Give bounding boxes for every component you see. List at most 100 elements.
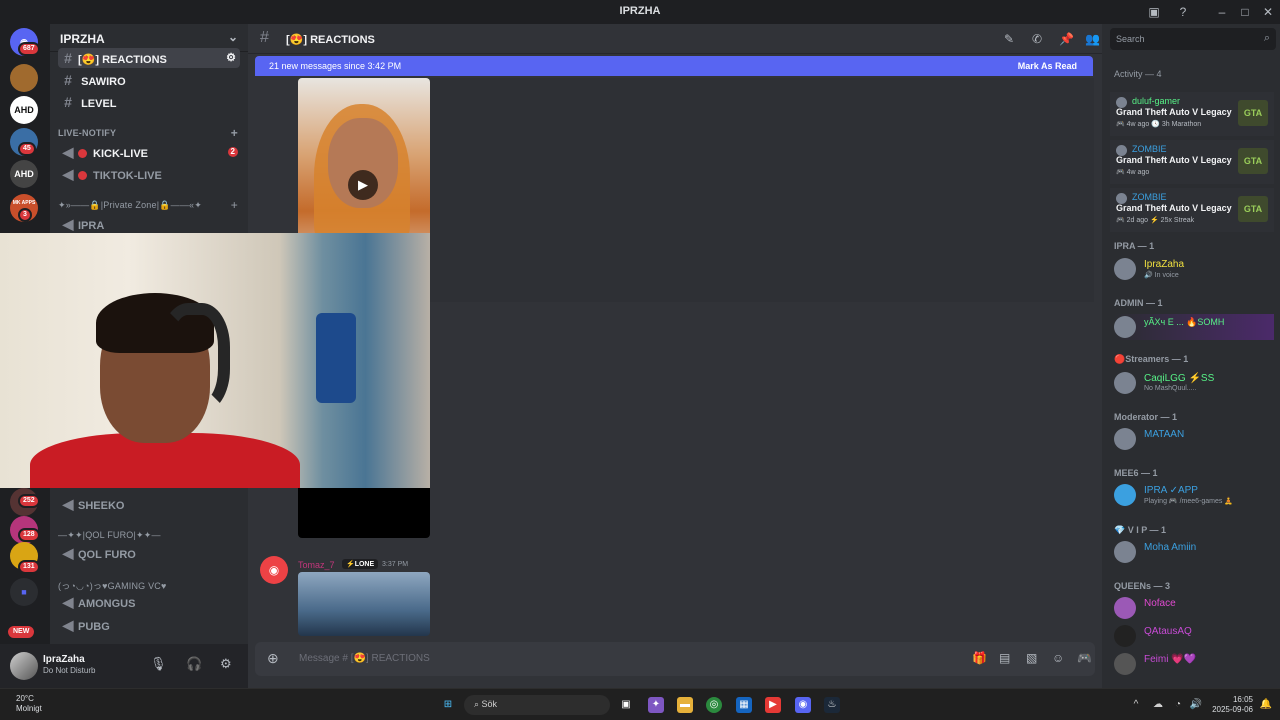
sticker-icon[interactable]: ▧ (1026, 651, 1037, 665)
image-attachment[interactable] (298, 572, 430, 636)
channel-pubg[interactable]: ◀ PUBG (58, 615, 240, 635)
channel-amongus[interactable]: ◀ AMONGUS (58, 592, 240, 612)
game-icon: GTA (1238, 196, 1268, 222)
close-button[interactable]: ✕ (1260, 4, 1276, 20)
activity-card[interactable]: duluf-gamer Grand Theft Auto V Legacy 🎮 … (1110, 92, 1274, 136)
help-icon[interactable]: ? (1175, 4, 1191, 20)
avatar[interactable] (10, 652, 38, 680)
server-icon[interactable]: AHD (10, 96, 38, 124)
message-composer[interactable]: ⊕ Message # [😍] REACTIONS 🎁 ▤ ▧ ☺ 🎮 (255, 642, 1095, 676)
member-name: Noface (1144, 598, 1176, 609)
member-item[interactable]: MATAAN (1114, 426, 1274, 452)
search-input[interactable]: Search ⌕ (1110, 28, 1276, 50)
server-icon[interactable]: AHD (10, 160, 38, 188)
activity-header[interactable]: Activity — 4 (1114, 69, 1162, 79)
message-author[interactable]: Tomaz_7 (298, 560, 335, 570)
mark-as-read-button[interactable]: Mark As Read (1018, 56, 1077, 76)
gift-icon[interactable]: 🎁 (972, 651, 987, 665)
member-list-icon[interactable]: 👥 (1085, 32, 1100, 46)
avatar (1114, 316, 1136, 338)
category-label: LIVE-NOTIFY (58, 128, 117, 138)
activity-user: ZOMBIE (1132, 144, 1167, 154)
task-view-icon[interactable]: ▣ (618, 697, 634, 713)
play-icon[interactable]: ▶ (348, 170, 378, 200)
emoji-icon[interactable]: ☺ (1052, 651, 1064, 665)
add-channel-icon[interactable]: + (231, 198, 238, 212)
weather-desc: Molnigt (16, 704, 42, 713)
discord-icon[interactable]: ◉ (795, 697, 811, 713)
member-item[interactable]: QAtausAQ (1114, 623, 1274, 649)
volume-icon[interactable]: 🔊 (1188, 697, 1204, 713)
server-badge: 128 (18, 528, 40, 542)
taskbar-search[interactable]: ⌕ Sök (464, 695, 610, 715)
new-messages-bar[interactable]: 21 new messages since 3:42 PM Mark As Re… (255, 56, 1093, 76)
activity-card[interactable]: ZOMBIE Grand Theft Auto V Legacy 🎮 2d ag… (1110, 188, 1274, 232)
mute-icon[interactable]: ✆ (1032, 32, 1042, 46)
maximize-button[interactable]: □ (1237, 4, 1253, 20)
activities-icon[interactable]: 🎮 (1077, 651, 1092, 665)
channel-level[interactable]: # LEVEL (58, 92, 240, 112)
channel-kick-live[interactable]: ◀ KICK-LIVE 2 (58, 142, 240, 162)
gif-icon[interactable]: ▤ (999, 651, 1010, 665)
store-icon[interactable]: ▦ (736, 697, 752, 713)
channel-sheeko[interactable]: ◀ SHEEKO (58, 494, 240, 514)
search-icon: ⌕ (474, 699, 482, 709)
inbox-icon[interactable]: ▣ (1146, 4, 1162, 20)
category-private-zone[interactable]: ✦»——🔒|Private Zone|🔒——«✦ + (58, 198, 240, 212)
server-icon[interactable] (10, 64, 38, 92)
search-icon: ⌕ (1263, 32, 1270, 44)
member-status: No MashQuul..... (1144, 385, 1197, 392)
microphone-icon[interactable]: 🎙 (150, 656, 167, 672)
settings-icon[interactable]: ⚙ (220, 656, 232, 672)
category-gaming-vc[interactable]: (っ◔◡◔)っ♥GAMING VC♥ (58, 579, 240, 592)
category-qol-furo[interactable]: —✦✦|QOL FURO|✦✦— (58, 530, 240, 541)
member-item[interactable]: IPRA ✓APP Playing 🎮 /mee6-games 🧘 (1114, 482, 1274, 508)
folder-icon[interactable]: ■ (10, 578, 38, 606)
channel-qol-furo[interactable]: ◀ QOL FURO (58, 543, 240, 563)
member-item[interactable]: yÃXч E ... 🔥SOMH (1114, 314, 1274, 340)
steam-icon[interactable]: ♨ (824, 697, 840, 713)
settings-icon[interactable]: ⚙ (226, 48, 236, 68)
channel-ipra[interactable]: ◀ IPRA (58, 214, 240, 234)
chrome-icon[interactable]: ◎ (706, 697, 722, 713)
windows-start-icon[interactable]: ⊞ (440, 697, 456, 713)
member-item[interactable]: CaqiLGG ⚡SS No MashQuul..... (1114, 370, 1274, 396)
system-clock[interactable]: 16:05 2025-09-06 (1207, 695, 1253, 715)
chevron-up-icon[interactable]: ^ (1128, 697, 1144, 713)
category-live-notify[interactable]: LIVE-NOTIFY + (58, 126, 240, 140)
channel-label: KICK-LIVE (93, 148, 148, 160)
threads-icon[interactable]: ✎ (1004, 32, 1014, 46)
avatar (1114, 653, 1136, 675)
member-item[interactable]: Moha Amiin (1114, 539, 1274, 565)
member-name: MATAAN (1144, 429, 1185, 440)
network-icon[interactable]: ☁ (1150, 697, 1166, 713)
message-input[interactable]: Message # [😍] REACTIONS (299, 653, 430, 664)
youtube-icon[interactable]: ▶ (765, 697, 781, 713)
member-item[interactable]: Feimi 💗💜 (1114, 651, 1274, 677)
member-item[interactable]: Noface (1114, 595, 1274, 621)
channel-sawiro[interactable]: # SAWIRO (58, 70, 240, 90)
hash-icon: # (64, 72, 72, 88)
megaphone-icon: ◀ (62, 144, 74, 160)
file-explorer-icon[interactable]: ▬ (677, 697, 693, 713)
activity-time: 🎮 2d ago ⚡ 25x Streak (1116, 217, 1195, 224)
notifications-icon[interactable]: 🔔 (1258, 697, 1274, 713)
window-title: IPRZHA (619, 5, 661, 17)
channel-tiktok-live[interactable]: ◀ TIKTOK-LIVE (58, 164, 240, 184)
wifi-icon[interactable]: ◔ (1170, 697, 1186, 713)
pin-icon[interactable]: 📌 (1059, 32, 1074, 46)
copilot-icon[interactable]: ✦ (648, 697, 664, 713)
hash-icon: # (64, 50, 72, 66)
activity-card[interactable]: ZOMBIE Grand Theft Auto V Legacy 🎮 4w ag… (1110, 140, 1274, 184)
server-badge: 131 (18, 560, 40, 574)
headphones-icon[interactable]: 🎧 (186, 656, 202, 672)
minimize-button[interactable]: – (1214, 4, 1230, 20)
avatar[interactable]: ◉ (260, 556, 288, 584)
add-channel-icon[interactable]: + (231, 126, 238, 140)
channel-reactions[interactable]: # [😍] REACTIONS ⚙ (58, 48, 240, 68)
weather-widget[interactable]: 20°C Molnigt (16, 694, 42, 714)
add-attachment-icon[interactable]: ⊕ (267, 650, 279, 667)
channel-label: REACTIONS (102, 54, 167, 66)
member-item[interactable]: IpraZaha 🔊 In voice (1114, 256, 1274, 282)
live-dot-icon (78, 149, 87, 158)
